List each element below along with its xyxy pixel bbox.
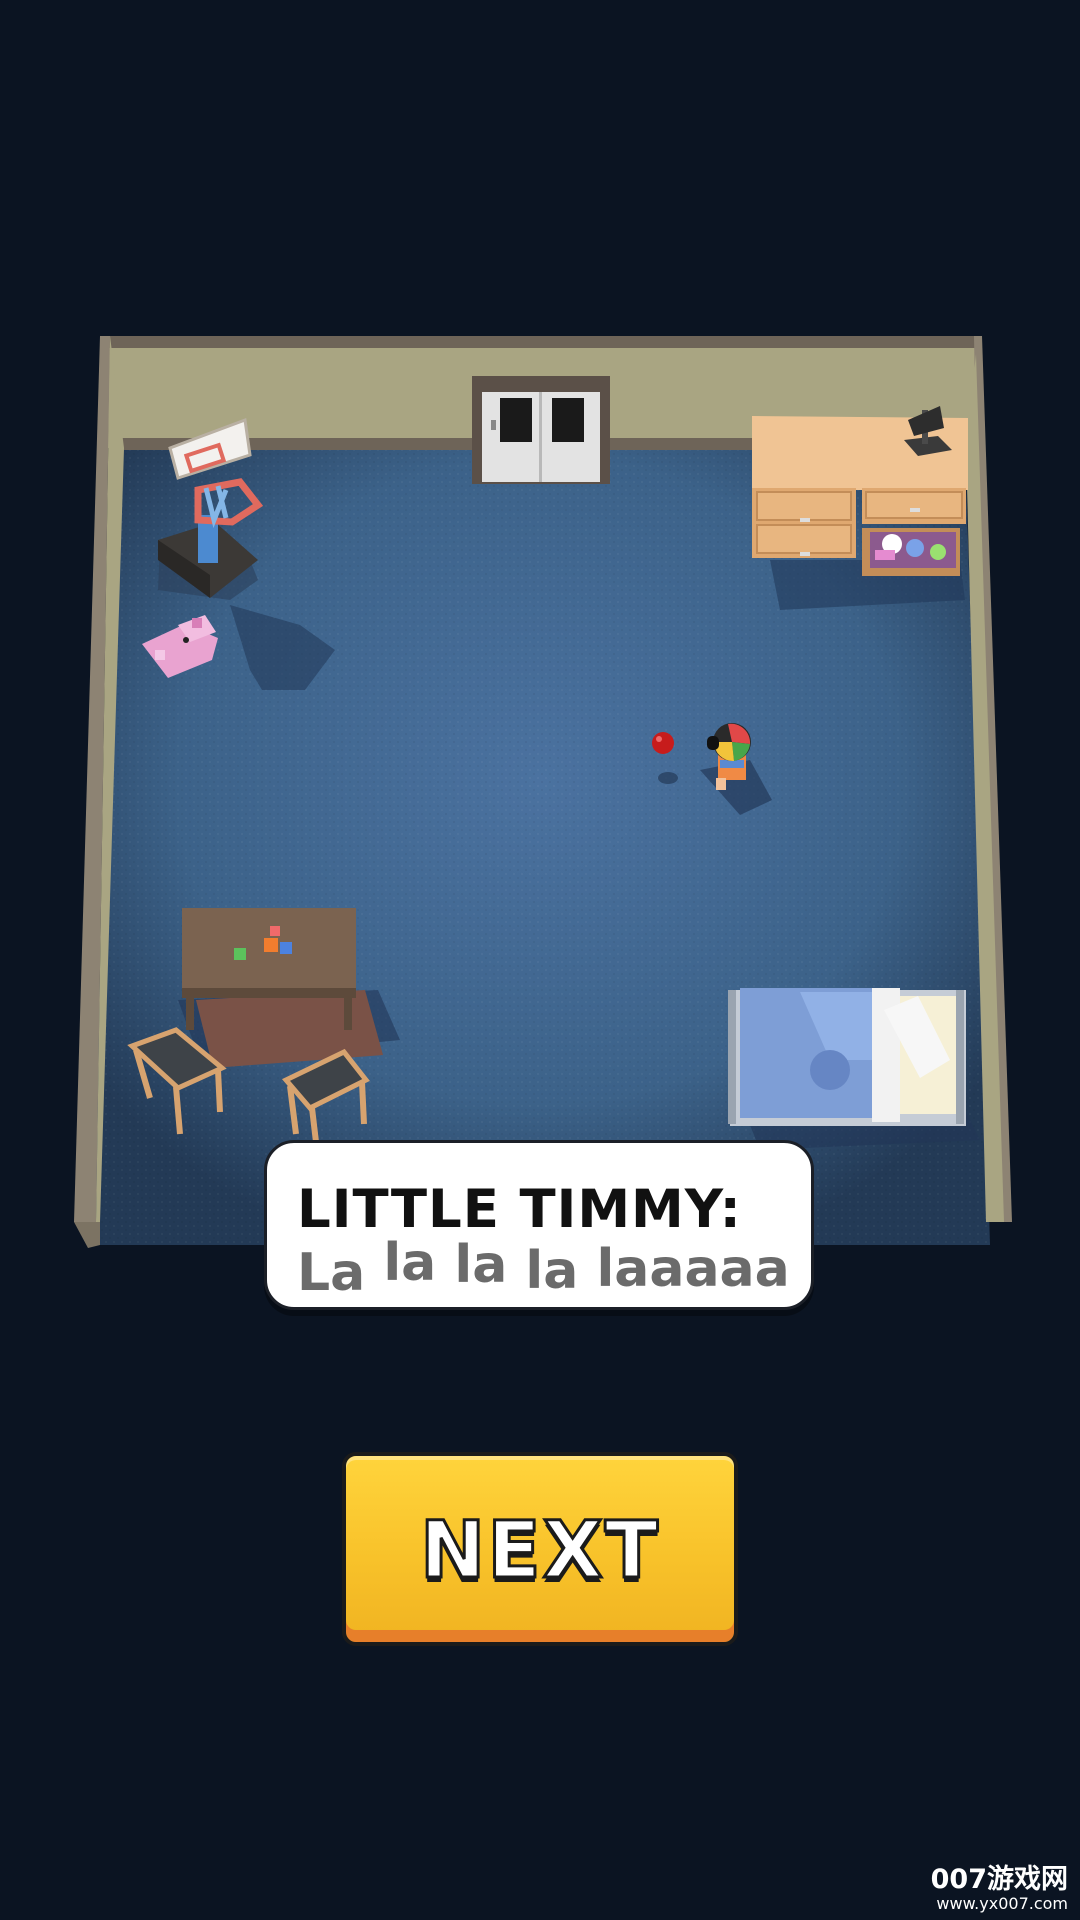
next-button[interactable]: NEXT (342, 1452, 738, 1646)
dialog-word: La (297, 1243, 366, 1303)
dialog-word: laaaaa (596, 1239, 790, 1299)
watermark-url: www.yx007.com (936, 1894, 1068, 1913)
door (472, 376, 610, 484)
dialog-word: la (383, 1233, 437, 1293)
watermark: 007游戏网 www.yx007.com (931, 1866, 1068, 1912)
dialog-word: la (525, 1241, 579, 1301)
dialog-box: LITTLE TIMMY: La la la la laaaaa (264, 1140, 814, 1310)
dialog-line: La la la la laaaaa (297, 1233, 790, 1303)
watermark-brand: 007游戏网 (930, 1864, 1068, 1895)
speaker-name: LITTLE TIMMY: (297, 1179, 742, 1240)
next-button-label: NEXT (419, 1505, 660, 1598)
dialog-word: la (454, 1235, 508, 1295)
bed (728, 988, 980, 1150)
